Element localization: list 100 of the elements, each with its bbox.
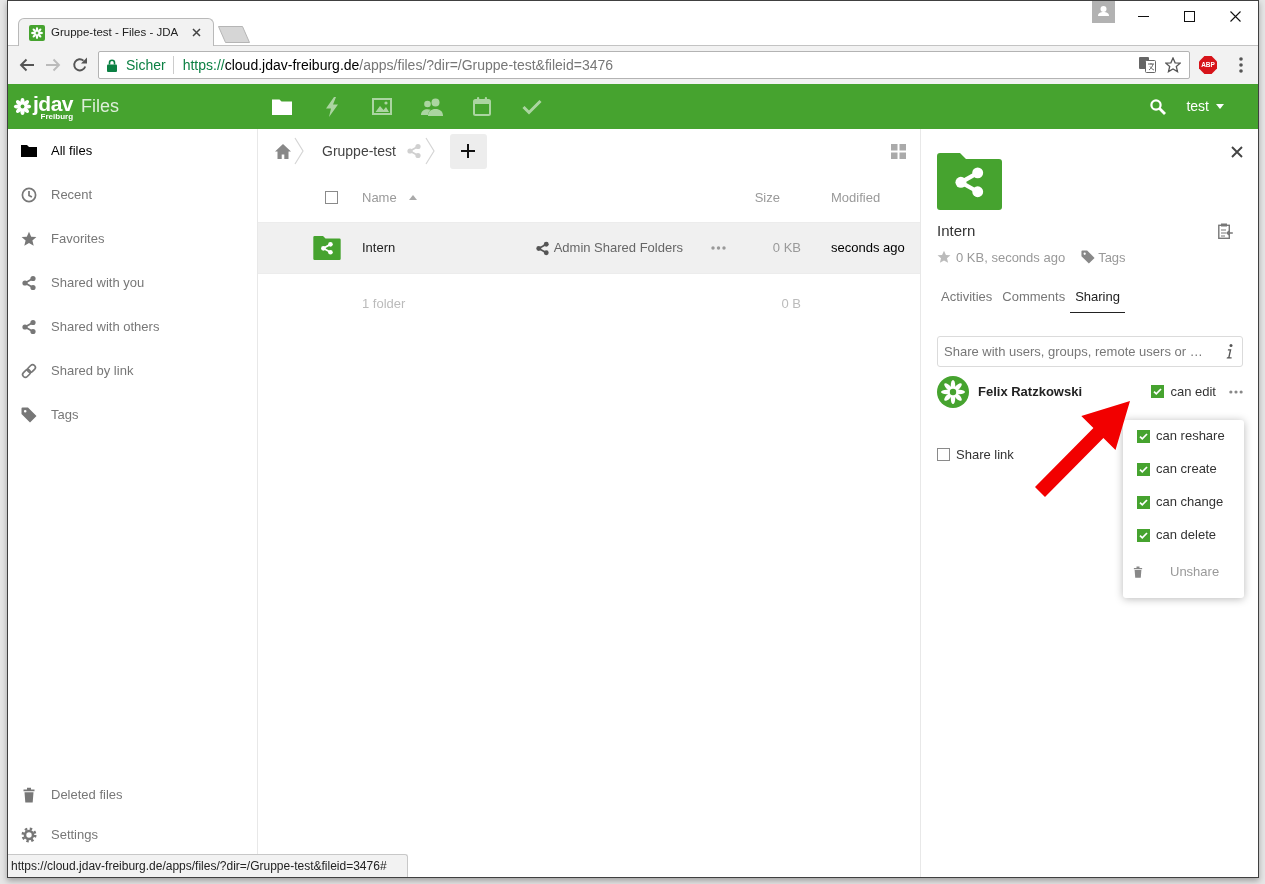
share-recipient: Felix Ratzkowski [978,382,1083,401]
file-title: Intern [937,221,976,241]
nav-item[interactable]: Favorites [8,217,257,261]
trash-icon [21,787,37,803]
folder-icon[interactable] [272,98,292,115]
info-icon[interactable] [1226,343,1233,359]
panel-tab[interactable]: Sharing [1070,283,1125,313]
plus-icon [461,144,476,158]
flower-icon [13,97,32,116]
status-url: https://cloud.jdav-freiburg.de/apps/files/?dir=/Gruppe-test&fileid=3476# [8,854,408,877]
forward-arrow-icon[interactable] [45,57,61,73]
column-header[interactable]: Size [754,187,780,208]
tag-icon [21,407,37,423]
tab-close-icon[interactable] [192,28,201,37]
bookmark-star-icon[interactable] [1165,57,1181,73]
tag-icon [1081,250,1096,265]
link-icon [21,363,37,379]
more-icon[interactable] [711,246,726,250]
panel-tab[interactable]: Comments [997,283,1071,313]
shared-folder-icon[interactable] [313,236,341,260]
file-row[interactable]: Intern Admin Shared Folders 0 KB seconds ago [258,223,920,274]
lightning-icon[interactable] [326,96,338,117]
panel-tab[interactable]: Activities [936,283,998,313]
file-name[interactable]: Intern [362,238,396,258]
checkmark-icon[interactable] [522,98,542,115]
share-icon [21,319,37,335]
menu-icon[interactable] [1239,57,1243,73]
clipboard-icon[interactable] [1218,223,1233,240]
checkbox[interactable] [325,191,338,204]
permission-option[interactable]: can create [1123,452,1244,486]
translate-icon[interactable] [1139,57,1156,73]
logo-text: jdav [33,92,74,114]
gear-icon [21,827,37,843]
column-header[interactable]: Modified [831,187,881,208]
people-icon[interactable] [421,97,443,116]
star-icon [21,231,37,247]
security-label: Sicher [126,55,166,75]
share-link-toggle[interactable]: Share link [937,444,1014,464]
user-menu[interactable]: test [1186,96,1224,117]
permission-option[interactable]: can delete [1123,518,1244,552]
shared-by-link[interactable]: Admin Shared Folders [534,238,683,258]
nav-item[interactable]: All files [8,129,257,173]
url-text: https://cloud.jdav-freiburg.de/apps/files/?dir=/Gruppe-test&fileid=3476 [182,55,614,75]
share-input[interactable]: Share with users, groups, remote users or … [937,335,1243,367]
checkbox[interactable] [1137,462,1150,476]
star-icon[interactable] [937,250,951,265]
checkbox[interactable] [937,447,950,461]
share-icon [534,240,550,256]
add-button[interactable] [449,133,487,169]
unshare-option[interactable]: Unshare [1123,551,1244,592]
summary-size: 0 B [781,295,801,314]
caret-icon [1216,104,1224,109]
tags-link[interactable]: Tags [1081,247,1126,267]
close-icon[interactable] [1229,10,1241,22]
column-header[interactable]: Name [362,187,397,208]
folder-icon [21,143,37,159]
modified-cell-text: seconds ago [831,239,905,258]
avatar-icon [937,375,969,408]
logo-subtext: Freiburg [40,112,74,121]
checkbox[interactable] [1137,495,1150,509]
profile-icon[interactable] [1092,1,1115,23]
chevron-icon [424,137,435,165]
nav-item[interactable]: Shared with you [8,261,257,305]
checkbox[interactable] [1151,385,1165,398]
grid-view-icon[interactable] [891,143,906,159]
checkbox[interactable] [1137,528,1150,542]
reload-icon[interactable] [72,57,88,73]
checkbox[interactable] [1137,429,1150,443]
permission-toggle[interactable]: can edit [1151,381,1216,402]
maximize-icon[interactable] [1183,10,1195,22]
calendar-icon[interactable] [473,97,491,116]
app-name: Files [81,95,120,118]
sort-caret-icon [408,195,417,200]
address-bar[interactable]: Sicher https://cloud.jdav-freiburg.de/apps/files/?dir=/Gruppe-test&fileid=3476 [98,51,1190,79]
back-arrow-icon[interactable] [19,57,35,73]
breadcrumb-link[interactable]: Gruppe-test [322,140,396,162]
nav-item[interactable]: Shared by link [8,349,257,393]
share-icon [21,275,37,291]
nav-item[interactable]: Shared with others [8,305,257,349]
more-icon[interactable] [1229,389,1243,394]
home-icon[interactable] [275,143,291,159]
permission-option[interactable]: can change [1123,485,1244,519]
browser-tab[interactable]: Gruppe-test - Files - JDA [18,18,214,46]
new-tab-icon[interactable] [218,26,250,43]
close-icon[interactable] [1231,146,1243,158]
image-icon[interactable] [372,98,392,115]
favicon-icon [29,24,45,41]
shared-folder-icon[interactable] [937,153,1002,210]
clock-icon [21,187,37,203]
nav-item[interactable]: Settings [8,815,257,855]
size-cell-text: 0 KB [772,239,801,258]
file-meta: 0 KB, seconds ago [956,248,1066,267]
lock-icon [107,58,117,72]
nav-item[interactable]: Deleted files [8,775,257,815]
nav-item[interactable]: Tags [8,393,257,437]
chevron-icon [294,137,304,165]
nav-item[interactable]: Recent [8,173,257,217]
search-icon[interactable] [1150,98,1167,115]
minimize-icon[interactable] [1137,15,1149,17]
permission-option[interactable]: can reshare [1123,419,1244,453]
